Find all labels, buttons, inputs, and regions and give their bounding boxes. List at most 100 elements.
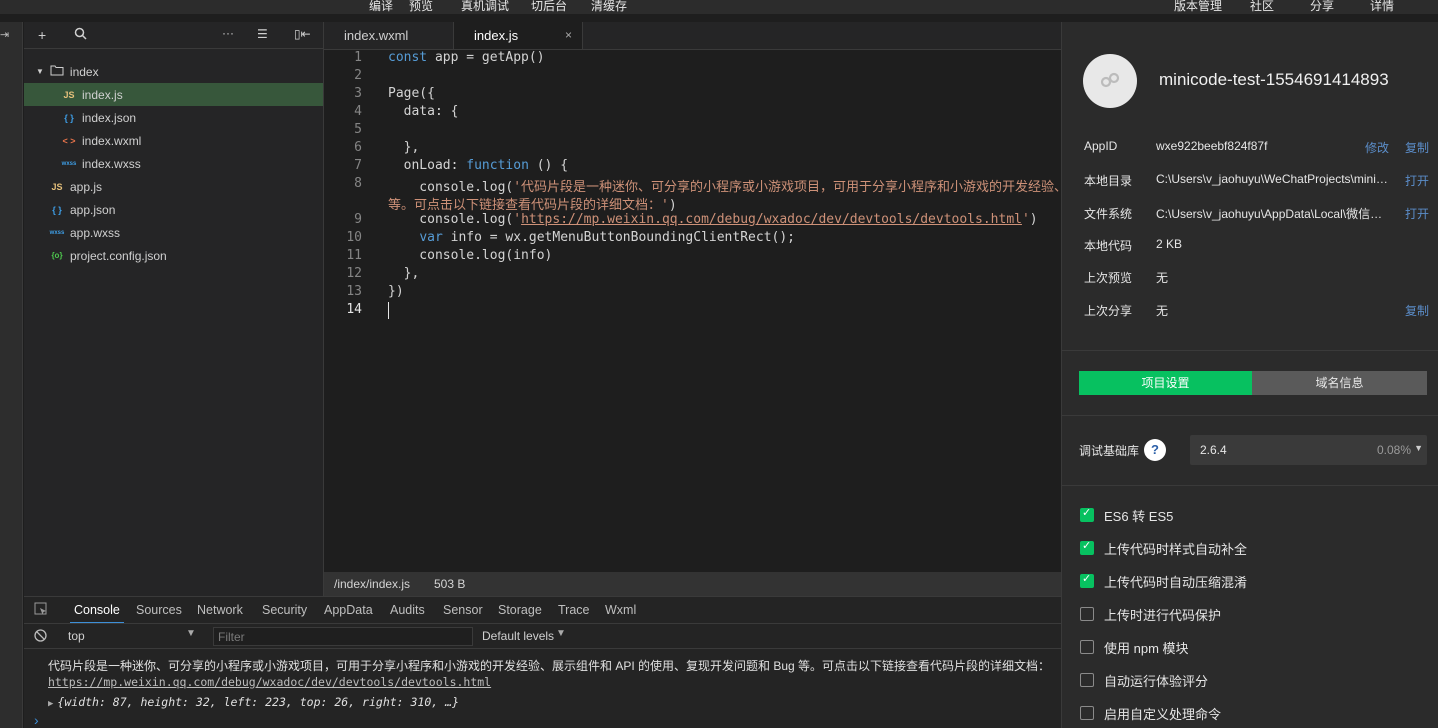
tree-file-index-wxss[interactable]: wxss index.wxss: [24, 152, 323, 175]
tab-sensor[interactable]: Sensor: [443, 603, 483, 617]
line-number: 11: [346, 248, 362, 263]
checkbox-unchecked[interactable]: [1080, 673, 1094, 687]
tab-security[interactable]: Security: [262, 603, 307, 617]
code-keyword: const: [388, 50, 428, 65]
collapse-icon[interactable]: ⇥: [0, 28, 16, 41]
info-row-local-dir: 本地目录 C:\Users\v_jaohuyu\WeChatProjects\m…: [1084, 172, 1429, 192]
code-string: '代码片段是一种迷你、可分享的小程序或小游戏项目，可用于分享小程序和小游戏的开发…: [513, 180, 1061, 195]
option-style-autocomplete[interactable]: 上传代码时样式自动补全: [1080, 538, 1410, 558]
option-code-protect[interactable]: 上传时进行代码保护: [1080, 604, 1410, 624]
close-icon[interactable]: ×: [565, 22, 572, 49]
tab-storage[interactable]: Storage: [498, 603, 542, 617]
more-icon[interactable]: ···: [222, 26, 234, 40]
tree-file-project-config[interactable]: {o} project.config.json: [24, 244, 323, 267]
checkbox-unchecked[interactable]: [1080, 640, 1094, 654]
line-number: 5: [354, 122, 362, 137]
copy-link[interactable]: 复制: [1405, 302, 1429, 319]
code-string: ': [513, 212, 522, 227]
code-url[interactable]: https://mp.weixin.qq.com/debug/wxadoc/de…: [521, 212, 1022, 227]
tree-file-index-wxml[interactable]: < > index.wxml: [24, 129, 323, 152]
option-auto-audit[interactable]: 自动运行体验评分: [1080, 670, 1410, 690]
clear-console-icon[interactable]: [34, 629, 47, 645]
console-link[interactable]: https://mp.weixin.qq.com/debug/wxadoc/de…: [48, 675, 491, 689]
help-icon[interactable]: ?: [1144, 439, 1166, 461]
code-string: ': [1021, 212, 1030, 227]
tree-folder-index[interactable]: ▼ index: [24, 60, 323, 83]
sort-icon[interactable]: ☰: [257, 27, 268, 41]
copy-link[interactable]: 复制: [1405, 139, 1429, 156]
option-minify[interactable]: 上传代码时自动压缩混淆: [1080, 571, 1410, 591]
checkbox-checked[interactable]: [1080, 539, 1094, 555]
tab-trace[interactable]: Trace: [558, 603, 590, 617]
open-link[interactable]: 打开: [1405, 172, 1429, 189]
menu-community[interactable]: 社区: [1250, 0, 1274, 14]
console-prompt[interactable]: ›: [34, 712, 39, 728]
tree-label: index.json: [82, 110, 137, 125]
project-settings-button[interactable]: 项目设置: [1079, 371, 1252, 395]
line-number: 6: [354, 140, 362, 155]
code-keyword: function: [466, 158, 529, 173]
tab-index-wxml[interactable]: index.wxml: [324, 22, 454, 49]
menu-preview[interactable]: 预览: [409, 0, 433, 14]
tree-file-index-json[interactable]: { } index.json: [24, 106, 323, 129]
checkbox-checked[interactable]: [1080, 572, 1094, 588]
checkbox-checked[interactable]: [1080, 506, 1094, 522]
tree-file-app-json[interactable]: { } app.json: [24, 198, 323, 221]
tab-network[interactable]: Network: [197, 603, 243, 617]
info-value: 无: [1156, 304, 1169, 318]
menu-compile[interactable]: 编译: [369, 0, 393, 14]
checkbox-unchecked[interactable]: [1080, 706, 1094, 720]
filter-input[interactable]: Filter: [213, 627, 473, 646]
tree-file-app-wxss[interactable]: wxss app.wxss: [24, 221, 323, 244]
line-number: 9: [354, 212, 362, 227]
json-file-icon: { }: [52, 204, 62, 215]
split-icon[interactable]: ▯⇤: [294, 27, 311, 41]
domain-info-button[interactable]: 域名信息: [1252, 371, 1427, 395]
dropdown-arrow-icon[interactable]: ▼: [186, 628, 196, 639]
menu-details[interactable]: 详情: [1370, 0, 1394, 14]
tab-console[interactable]: Console: [70, 603, 124, 624]
console-object[interactable]: ▶ {width: 87, height: 32, left: 223, top:…: [48, 695, 459, 709]
inspect-icon[interactable]: [34, 602, 48, 619]
code-string: 等。可点击以下链接查看代码片段的详细文档：': [388, 198, 669, 213]
chevron-down-icon: ▼: [1414, 443, 1423, 453]
open-link[interactable]: 打开: [1405, 205, 1429, 222]
tab-appdata[interactable]: AppData: [324, 603, 373, 617]
search-icon[interactable]: [74, 27, 87, 43]
tab-sources[interactable]: Sources: [136, 603, 182, 617]
tree-label: index: [69, 64, 99, 79]
tab-audits[interactable]: Audits: [390, 603, 425, 617]
status-bar: /index/index.js 503 B: [324, 572, 1061, 596]
tab-wxml[interactable]: Wxml: [605, 603, 636, 617]
menu-share[interactable]: 分享: [1310, 0, 1334, 14]
info-value: C:\Users\v_jaohuyu\WeChatProjects\minico…: [1156, 172, 1388, 186]
line-number: 3: [354, 86, 362, 101]
option-custom-command[interactable]: 启用自定义处理命令: [1080, 703, 1410, 723]
js-file-icon: JS: [51, 181, 63, 192]
menu-clear-cache[interactable]: 清缓存: [591, 0, 627, 14]
option-npm[interactable]: 使用 npm 模块: [1080, 637, 1410, 657]
option-label: 启用自定义处理命令: [1104, 706, 1222, 722]
tree-file-index-js[interactable]: JS index.js: [24, 83, 323, 106]
log-levels-select[interactable]: Default levels: [482, 629, 554, 643]
line-number: 10: [346, 230, 362, 245]
base-lib-select[interactable]: 2.6.4 0.08% ▼: [1190, 435, 1427, 465]
modify-link[interactable]: 修改: [1365, 139, 1389, 156]
file-path: /index/index.js: [334, 577, 411, 591]
dropdown-arrow-icon[interactable]: ▼: [556, 628, 566, 639]
menu-backend[interactable]: 切后台: [531, 0, 567, 14]
line-number: 2: [354, 68, 362, 83]
checkbox-unchecked[interactable]: [1080, 607, 1094, 621]
tree-file-app-js[interactable]: JS app.js: [24, 175, 323, 198]
menu-remote-debug[interactable]: 真机调试: [461, 0, 509, 14]
context-select[interactable]: top: [68, 629, 85, 643]
info-value: 无: [1156, 271, 1169, 285]
expand-icon[interactable]: ▶: [48, 699, 53, 709]
option-es6[interactable]: ES6 转 ES5: [1080, 505, 1410, 525]
add-icon[interactable]: +: [38, 27, 46, 43]
code-editor[interactable]: 1 2 3 4 5 6 7 8 9 10 11 12 13 14 const a…: [324, 50, 1061, 572]
menu-version[interactable]: 版本管理: [1174, 0, 1222, 14]
info-label: 文件系统: [1084, 207, 1133, 221]
tab-index-js[interactable]: index.js ×: [454, 22, 583, 49]
option-label: 上传时进行代码保护: [1104, 607, 1222, 623]
